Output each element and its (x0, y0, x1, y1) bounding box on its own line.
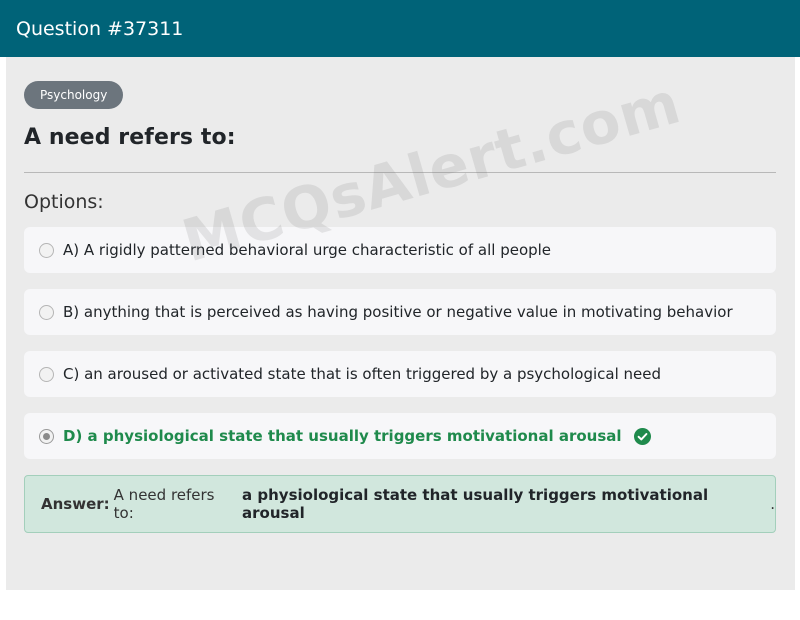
page-title: Question #37311 (16, 17, 184, 40)
option-b-label: B) anything that is perceived as having … (63, 303, 733, 321)
options-label: Options: (24, 191, 104, 213)
check-circle-icon (633, 427, 651, 445)
answer-suffix: . (770, 495, 775, 513)
option-d-label: D) a physiological state that usually tr… (63, 427, 622, 445)
answer-value: a physiological state that usually trigg… (242, 486, 709, 522)
options-list: A) A rigidly patterned behavioral urge c… (24, 227, 776, 459)
divider (24, 172, 776, 173)
answer-label: Answer: (41, 495, 110, 513)
option-d-radio[interactable] (39, 428, 54, 444)
option-a[interactable]: A) A rigidly patterned behavioral urge c… (24, 227, 776, 273)
category-badge[interactable]: Psychology (24, 81, 124, 109)
option-c[interactable]: C) an aroused or activated state that is… (24, 351, 776, 397)
option-d[interactable]: D) a physiological state that usually tr… (24, 413, 776, 459)
answer-prefix: A need refers to: (113, 486, 215, 522)
question-text: A need refers to: (24, 125, 236, 150)
option-a-radio[interactable] (39, 242, 54, 258)
page-header: Question #37311 (0, 0, 800, 57)
option-b[interactable]: B) anything that is perceived as having … (24, 289, 776, 335)
answer-box: Answer: A need refers to: a physiologica… (24, 475, 776, 533)
question-card: Psychology A need refers to: Options: A)… (6, 57, 795, 590)
option-b-radio[interactable] (39, 304, 54, 320)
option-c-label: C) an aroused or activated state that is… (63, 365, 662, 383)
option-a-label: A) A rigidly patterned behavioral urge c… (63, 241, 552, 259)
option-c-radio[interactable] (39, 366, 54, 382)
